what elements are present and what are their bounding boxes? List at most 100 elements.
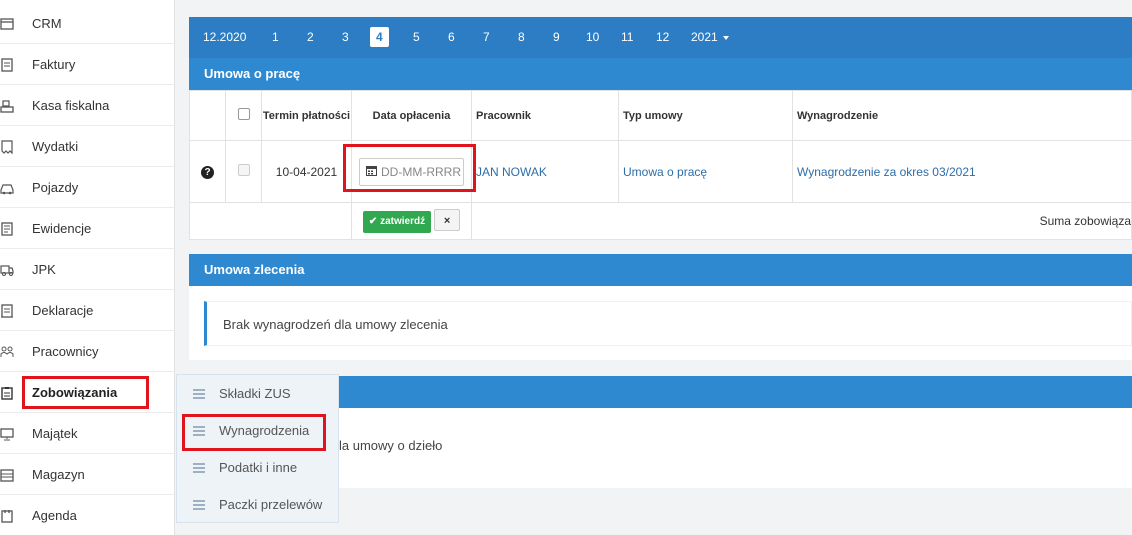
caret-down-icon: [722, 35, 729, 40]
submenu-item-label: Paczki przelewów: [219, 497, 323, 512]
header-wynagrodzenie: Wynagrodzenie: [792, 90, 1132, 141]
sidebar-item-label: Ewidencje: [32, 220, 92, 236]
submenu-zobowiazania: Składki ZUS Wynagrodzenia Podatki i inne…: [176, 374, 339, 523]
header-data-oplacenia: Data opłacenia: [351, 90, 472, 141]
window-icon: [0, 17, 14, 31]
section-header-umowa-o-prace: Umowa o pracę: [189, 58, 1132, 90]
employee-link[interactable]: JAN NOWAK: [476, 165, 547, 179]
month-link-4-active[interactable]: 4: [370, 27, 389, 47]
salary-link[interactable]: Wynagrodzenie za okres 03/2021: [797, 165, 976, 179]
table-header-row: Termin płatności Data opłacenia Pracowni…: [189, 90, 1132, 141]
confirm-button[interactable]: ✔ zatwierdź: [362, 211, 432, 233]
sidebar-item-crm[interactable]: CRM: [0, 3, 174, 44]
year-dropdown[interactable]: 2021: [691, 30, 729, 44]
submenu-item-wynagrodzenia[interactable]: Wynagrodzenia: [177, 412, 338, 449]
row-checkbox[interactable]: [237, 164, 250, 176]
section-header-umowa-zlecenia: Umowa zlecenia: [189, 254, 1132, 286]
monitor-icon: [0, 427, 14, 441]
cancel-button[interactable]: ×: [434, 209, 461, 231]
submenu-item-label: Składki ZUS: [219, 386, 291, 401]
sidebar-item-jpk[interactable]: JPK: [0, 249, 174, 290]
list-icon: [193, 424, 205, 438]
agenda-icon: [0, 509, 14, 523]
month-prev-link[interactable]: 12.2020: [203, 30, 246, 44]
month-link-11[interactable]: 11: [621, 30, 633, 44]
month-link-8[interactable]: 8: [518, 30, 525, 44]
calendar-icon: [366, 165, 377, 179]
contract-type-link[interactable]: Umowa o pracę: [623, 165, 707, 179]
records-icon: [0, 222, 14, 236]
sidebar-item-label: Wydatki: [32, 138, 79, 154]
confirm-label: zatwierdź: [380, 216, 426, 227]
sidebar-item-label: JPK: [32, 261, 56, 277]
payment-date-input[interactable]: DD-MM-RRRR: [359, 157, 464, 186]
pracownik-cell: JAN NOWAK: [471, 140, 619, 203]
month-link-7[interactable]: 7: [483, 30, 490, 44]
warehouse-icon: [0, 468, 14, 482]
submenu-item-label: Podatki i inne: [219, 460, 298, 475]
question-icon[interactable]: ?: [201, 166, 214, 179]
sidebar-item-pracownicy[interactable]: Pracownicy: [0, 331, 174, 372]
truck-icon: [0, 263, 14, 277]
month-link-5[interactable]: 5: [413, 30, 420, 44]
sidebar-item-label: Majątek: [32, 425, 78, 441]
sidebar-item-label: Agenda: [32, 508, 77, 523]
typ-umowy-cell: Umowa o pracę: [618, 140, 793, 203]
sidebar-item-label: Pojazdy: [32, 179, 79, 195]
sum-label: Suma zobowiąza: [471, 202, 1132, 240]
month-bar: 12.2020 1 2 3 4 5 6 7 8 9 10 11 12 2021: [189, 17, 1132, 58]
sidebar-item-label: Kasa fiskalna: [32, 97, 110, 113]
header-pracownik: Pracownik: [471, 90, 619, 141]
termin-cell: 10-04-2021: [261, 140, 352, 203]
month-link-3[interactable]: 3: [342, 30, 349, 44]
document-icon: [0, 304, 14, 318]
month-link-6[interactable]: 6: [448, 30, 455, 44]
select-cell: [225, 140, 262, 203]
submenu-item-podatki[interactable]: Podatki i inne: [177, 449, 338, 486]
users-icon: [0, 345, 14, 359]
header-select-all: [225, 90, 262, 141]
date-placeholder: DD-MM-RRRR: [381, 164, 461, 179]
month-link-1[interactable]: 1: [272, 30, 279, 44]
cash-register-icon: [0, 99, 14, 113]
submenu-item-label: Wynagrodzenia: [219, 423, 310, 438]
sidebar-item-label: Zobowiązania: [32, 384, 118, 400]
submenu-item-paczki-przelewow[interactable]: Paczki przelewów: [177, 486, 338, 523]
list-icon: [193, 387, 205, 401]
list-icon: [193, 461, 205, 475]
list-icon: [193, 498, 205, 512]
sidebar-item-ewidencje[interactable]: Ewidencje: [0, 208, 174, 249]
select-all-checkbox[interactable]: [237, 108, 250, 120]
check-icon: ✔: [368, 216, 381, 227]
sidebar-item-magazyn[interactable]: Magazyn: [0, 454, 174, 495]
month-link-9[interactable]: 9: [553, 30, 560, 44]
car-icon: [0, 181, 14, 195]
sidebar-item-deklaracje[interactable]: Deklaracje: [0, 290, 174, 331]
sidebar-item-kasa-fiskalna[interactable]: Kasa fiskalna: [0, 85, 174, 126]
clipboard-icon: [0, 386, 14, 400]
sidebar-item-pojazdy[interactable]: Pojazdy: [0, 167, 174, 208]
table-row: ? 10-04-2021 DD-MM-RRRR JAN NOWAK Umowa …: [189, 140, 1132, 203]
header-termin: Termin płatności: [261, 90, 352, 141]
help-cell: ?: [189, 140, 226, 203]
sidebar-item-zobowiazania[interactable]: Zobowiązania: [0, 372, 174, 413]
empty-notice-dzielo: la umowy o dzieło: [339, 438, 443, 453]
month-link-2[interactable]: 2: [307, 30, 314, 44]
table-footer-row: ✔ zatwierdź × Suma zobowiąza: [189, 202, 1132, 240]
sidebar: CRM Faktury Kasa fiskalna Wydatki Pojazd…: [0, 0, 175, 535]
sidebar-item-agenda[interactable]: Agenda: [0, 495, 174, 535]
receipt-icon: [0, 140, 14, 154]
submenu-item-skladki-zus[interactable]: Składki ZUS: [177, 375, 338, 412]
month-link-12[interactable]: 12: [656, 30, 669, 44]
sidebar-item-label: CRM: [32, 15, 62, 31]
sidebar-item-majatek[interactable]: Majątek: [0, 413, 174, 454]
footer-actions: ✔ zatwierdź ×: [351, 202, 472, 240]
sidebar-item-label: Magazyn: [32, 466, 85, 482]
date-cell: DD-MM-RRRR: [351, 140, 472, 203]
invoice-icon: [0, 58, 14, 72]
sidebar-item-faktury[interactable]: Faktury: [0, 44, 174, 85]
sidebar-item-wydatki[interactable]: Wydatki: [0, 126, 174, 167]
month-link-10[interactable]: 10: [586, 30, 599, 44]
year-label: 2021: [691, 30, 718, 44]
umowa-o-prace-table: Termin płatności Data opłacenia Pracowni…: [189, 90, 1132, 240]
